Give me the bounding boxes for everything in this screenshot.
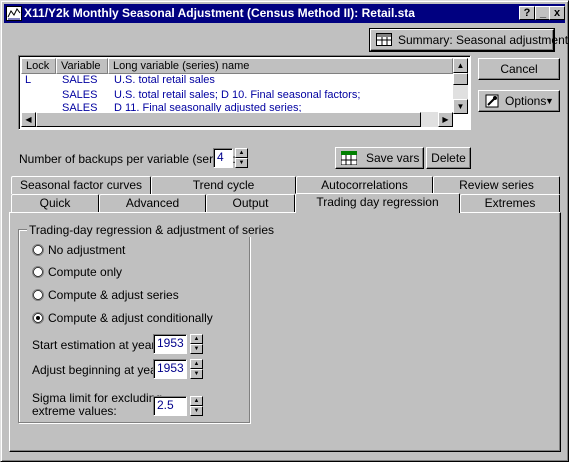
- options-label: Options: [505, 94, 547, 108]
- tab-extremes[interactable]: Extremes: [460, 194, 560, 212]
- save-vars-icon: [340, 150, 358, 166]
- trading-day-group-title: Trading-day regression & adjustment of s…: [27, 223, 277, 237]
- start-estimation-label: Start estimation at year:: [32, 338, 159, 352]
- save-vars-button[interactable]: Save vars: [335, 147, 424, 169]
- scroll-up-icon[interactable]: ▲: [453, 58, 468, 73]
- radio-compute-adjust-conditionally[interactable]: [32, 312, 44, 324]
- spin-down-icon[interactable]: ▼: [235, 158, 248, 168]
- scroll-right-icon[interactable]: ▶: [438, 112, 453, 127]
- backups-spinner[interactable]: ▲ ▼: [235, 148, 248, 168]
- vertical-scrollbar[interactable]: ▲ ▼: [453, 58, 468, 114]
- adjust-beginning-input[interactable]: 1953: [153, 359, 187, 379]
- start-estimation-input[interactable]: 1953: [153, 334, 187, 354]
- save-vars-label: Save vars: [366, 151, 420, 165]
- options-icon: [485, 94, 499, 108]
- spin-up-icon[interactable]: ▲: [190, 359, 203, 369]
- tab-trend-cycle[interactable]: Trend cycle: [151, 176, 296, 194]
- compute-only-label[interactable]: Compute only: [48, 265, 122, 279]
- spin-down-icon[interactable]: ▼: [190, 344, 203, 354]
- dialog-window: X11/Y2k Monthly Seasonal Adjustment (Cen…: [0, 0, 569, 462]
- spin-up-icon[interactable]: ▲: [190, 396, 203, 406]
- summary-label: Summary: Seasonal adjustment: [398, 33, 569, 47]
- column-header-lock[interactable]: Lock: [21, 58, 56, 74]
- spin-up-icon[interactable]: ▲: [235, 148, 248, 158]
- variable-cell: SALES: [62, 89, 98, 101]
- adjust-beginning-spinner[interactable]: ▲ ▼: [190, 359, 203, 379]
- long-name-cell: U.S. total retail sales: [114, 74, 215, 86]
- spin-down-icon[interactable]: ▼: [190, 406, 203, 416]
- spin-up-icon[interactable]: ▲: [190, 334, 203, 344]
- summary-icon: [376, 33, 392, 46]
- tab-trading-day-regression[interactable]: Trading day regression: [295, 193, 460, 213]
- horizontal-scrollbar[interactable]: ◀ ▶: [21, 112, 453, 127]
- title-bar[interactable]: X11/Y2k Monthly Seasonal Adjustment (Cen…: [4, 4, 565, 23]
- compute-adjust-series-label[interactable]: Compute & adjust series: [48, 288, 179, 302]
- tab-seasonal-factor-curves[interactable]: Seasonal factor curves: [11, 176, 151, 194]
- scroll-thumb[interactable]: [453, 73, 468, 85]
- column-header-long-name[interactable]: Long variable (series) name: [108, 58, 453, 74]
- app-icon: [6, 6, 22, 21]
- tab-review-series[interactable]: Review series: [433, 176, 560, 194]
- cancel-button[interactable]: Cancel: [478, 58, 560, 80]
- no-adjustment-label[interactable]: No adjustment: [48, 243, 125, 257]
- lock-cell: L: [25, 74, 32, 86]
- sigma-limit-spinner[interactable]: ▲ ▼: [190, 396, 203, 416]
- dropdown-arrow-icon: ▼: [545, 96, 554, 106]
- sigma-limit-label-2: extreme values:: [32, 404, 117, 418]
- scroll-down-icon[interactable]: ▼: [453, 99, 468, 114]
- variable-cell: SALES: [62, 74, 98, 86]
- radio-no-adjustment[interactable]: [32, 244, 44, 256]
- sigma-limit-input[interactable]: 2.5: [153, 396, 187, 416]
- backups-label: Number of backups per variable (series):: [19, 152, 236, 166]
- help-button[interactable]: ?: [519, 6, 535, 20]
- radio-compute-adjust-series[interactable]: [32, 289, 44, 301]
- scroll-thumb[interactable]: [36, 112, 421, 127]
- long-name-cell: U.S. total retail sales; D 10. Final sea…: [114, 89, 361, 101]
- scroll-left-icon[interactable]: ◀: [21, 112, 36, 127]
- tab-autocorrelations[interactable]: Autocorrelations: [296, 176, 433, 194]
- variable-list[interactable]: Lock Variable Long variable (series) nam…: [18, 55, 471, 130]
- compute-adjust-conditionally-label[interactable]: Compute & adjust conditionally: [48, 311, 213, 325]
- tab-quick[interactable]: Quick: [11, 194, 99, 212]
- start-estimation-spinner[interactable]: ▲ ▼: [190, 334, 203, 354]
- sigma-limit-label: Sigma limit for excluding: [32, 391, 163, 405]
- delete-button[interactable]: Delete: [426, 147, 471, 169]
- summary-button[interactable]: Summary: Seasonal adjustment: [369, 28, 568, 52]
- tab-advanced[interactable]: Advanced: [99, 194, 206, 212]
- adjust-beginning-label: Adjust beginning at year:: [32, 363, 165, 377]
- close-button[interactable]: x: [549, 6, 565, 20]
- spin-down-icon[interactable]: ▼: [190, 369, 203, 379]
- tab-output[interactable]: Output: [206, 194, 295, 212]
- column-header-variable[interactable]: Variable: [56, 58, 108, 74]
- options-button[interactable]: Options ▼: [478, 90, 560, 112]
- list-item[interactable]: L SALES U.S. total retail sales: [21, 74, 453, 89]
- backups-input[interactable]: 4: [213, 148, 233, 168]
- window-title: X11/Y2k Monthly Seasonal Adjustment (Cen…: [24, 6, 415, 20]
- radio-compute-only[interactable]: [32, 266, 44, 278]
